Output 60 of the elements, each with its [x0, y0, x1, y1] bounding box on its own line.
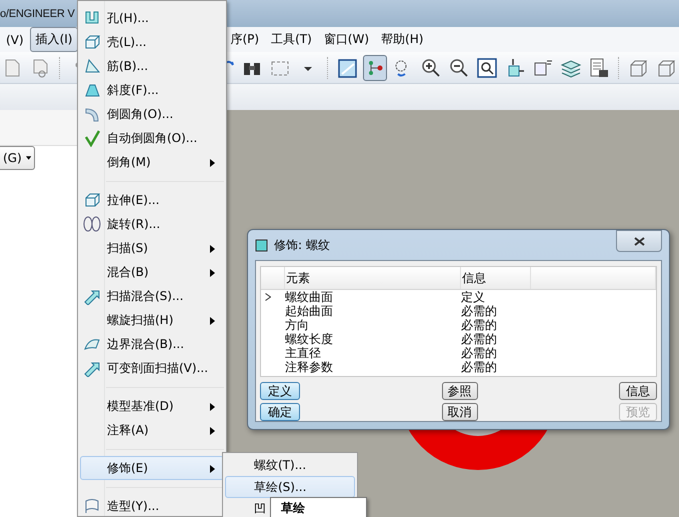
dialog-title: 修饰: 螺纹 — [274, 236, 331, 254]
table-cell-text: 必需的 — [461, 332, 498, 346]
menu-item[interactable]: 混合(B) — [80, 260, 224, 284]
table-cell-text: 必需的 — [461, 304, 498, 318]
table-cell-text: 必需的 — [461, 346, 498, 360]
menu-item[interactable]: 边界混合(B)... — [80, 332, 224, 356]
menu-bar-item[interactable]: 插入(I) — [30, 27, 78, 52]
window-title: o/ENGINEER V — [0, 8, 75, 20]
menu-item[interactable]: 筋(B)... — [80, 54, 224, 78]
table-cell-text: 主直径 — [285, 346, 322, 360]
table-cell-text: 螺纹曲面 — [285, 290, 334, 304]
menu-item[interactable]: 注释(A) — [80, 418, 224, 442]
menu-item[interactable]: 倒角(M) — [80, 150, 224, 174]
menu-item[interactable]: 草绘(S)... — [225, 476, 355, 498]
menu-item[interactable]: 修饰(E) — [80, 456, 224, 480]
menu-item[interactable]: 倒圆角(O)... — [80, 102, 224, 126]
table-cell-text: 螺纹长度 — [285, 332, 334, 346]
menu-item[interactable]: 可变剖面扫描(V)... — [80, 356, 224, 380]
menu-bar-item[interactable]: (V) — [0, 28, 30, 50]
dialog-button[interactable]: 确定 — [260, 403, 300, 421]
box-icon — [83, 191, 101, 209]
table-cell-text: 必需的 — [461, 360, 498, 374]
dialog-button[interactable]: 定义 — [260, 382, 300, 400]
tooltip: 草绘 — [270, 497, 367, 517]
triangle-icon — [83, 57, 101, 75]
filter-dropdown[interactable]: (G) — [0, 146, 35, 170]
menu-item[interactable]: 旋转(R)... — [80, 212, 224, 236]
table-cell-text: 注释参数 — [285, 360, 334, 374]
circles-icon — [83, 215, 101, 233]
close-icon — [634, 236, 644, 246]
dialog-button[interactable]: 取消 — [442, 403, 478, 421]
menu-bar-item[interactable]: 序(P) — [224, 27, 266, 52]
menu-item[interactable]: 扫描(S) — [80, 236, 224, 260]
box-icon — [83, 33, 101, 51]
cube-icon — [255, 238, 268, 252]
dialog-button[interactable]: 信息 — [619, 382, 657, 400]
menu-item[interactable]: 螺旋扫描(H) — [80, 308, 224, 332]
menu-item[interactable]: 螺纹(T)... — [225, 454, 355, 476]
menu-item[interactable]: 扫描混合(S)... — [80, 284, 224, 308]
menu-item[interactable]: 自动倒圆角(O)... — [80, 126, 224, 150]
menu-bar-item[interactable]: 帮助(H) — [375, 27, 430, 52]
datum-points-icon[interactable] — [363, 54, 388, 80]
table-cell-text: 必需的 — [461, 318, 498, 332]
table-cell-text: 定义 — [461, 290, 486, 304]
column-header: 元素 — [285, 267, 461, 289]
table-cell-text: 起始曲面 — [285, 304, 334, 318]
dialog-button[interactable]: 参照 — [442, 382, 478, 400]
menu-item[interactable]: 造型(Y)... — [80, 494, 224, 517]
menu-bar-item[interactable]: 工具(T) — [265, 27, 318, 52]
menu-item[interactable]: 壳(L)... — [80, 30, 224, 54]
menu-item[interactable]: 孔(H)... — [80, 6, 224, 30]
menu-item[interactable]: 模型基准(D) — [80, 394, 224, 418]
table-cell-text: 方向 — [285, 318, 310, 332]
check-icon — [83, 129, 101, 147]
close-button[interactable] — [616, 230, 662, 252]
menu-item[interactable]: 斜度(F)... — [80, 78, 224, 102]
column-header: 信息 — [461, 267, 531, 289]
menu-item[interactable]: 拉伸(E)... — [80, 188, 224, 212]
menu-bar-item[interactable]: 窗口(W) — [318, 27, 376, 52]
caret-icon — [26, 155, 31, 161]
